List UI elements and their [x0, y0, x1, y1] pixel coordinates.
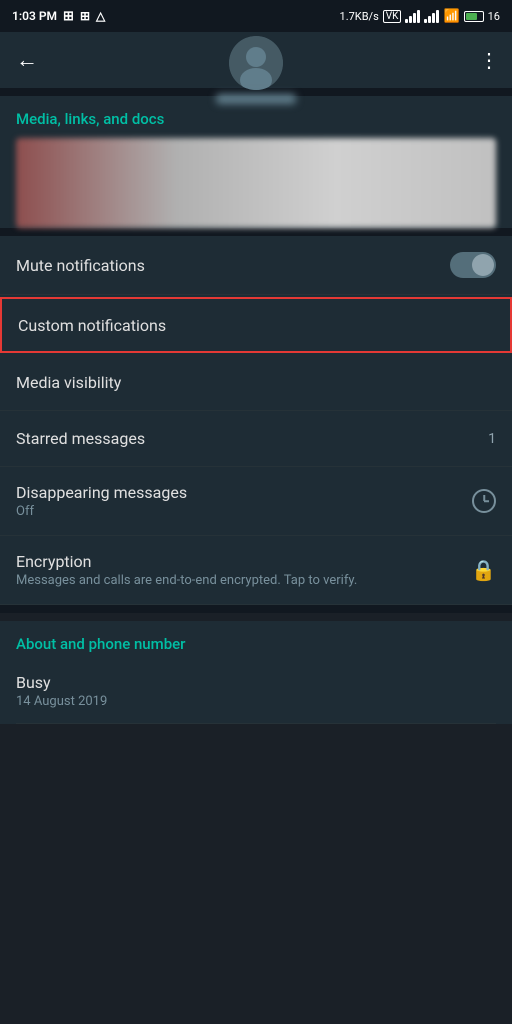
- network-type-icon: VK: [383, 10, 402, 23]
- battery-level: 16: [488, 10, 500, 23]
- divider-before-about: [0, 605, 512, 613]
- media-visibility-item[interactable]: Media visibility: [0, 355, 512, 411]
- battery-icon: [464, 11, 484, 22]
- about-section-title: About and phone number: [16, 635, 496, 653]
- custom-notifications-title: Custom notifications: [18, 316, 166, 335]
- clock-icon: [472, 489, 496, 513]
- encryption-right: 🔒: [471, 558, 496, 582]
- encryption-item[interactable]: Encryption Messages and calls are end-to…: [0, 536, 512, 605]
- about-section: About and phone number Busy 14 August 20…: [0, 621, 512, 724]
- media-section-title: Media, links, and docs: [16, 110, 496, 128]
- custom-notifications-item[interactable]: Custom notifications: [0, 297, 512, 353]
- more-options-button[interactable]: ⋮: [479, 48, 500, 72]
- signal-bars-2-icon: [424, 9, 439, 23]
- mute-notifications-left: Mute notifications: [16, 256, 145, 275]
- media-visibility-left: Media visibility: [16, 373, 121, 392]
- facebook-icon: ⊞: [63, 9, 74, 24]
- disappearing-messages-right: [472, 489, 496, 513]
- settings-list: Mute notifications Custom notifications …: [0, 236, 512, 605]
- network-speed: 1.7KB/s: [340, 10, 379, 23]
- notification-icon: △: [96, 9, 105, 23]
- media-visibility-title: Media visibility: [16, 373, 121, 392]
- encryption-subtitle: Messages and calls are end-to-end encryp…: [16, 573, 461, 588]
- avatar-svg: [229, 36, 283, 90]
- status-bar: 1:03 PM ⊞ ⊞ △ 1.7KB/s VK 📶 16: [0, 0, 512, 32]
- signal-bars-icon: [405, 9, 420, 23]
- starred-messages-title: Starred messages: [16, 429, 145, 448]
- time: 1:03 PM: [12, 9, 57, 23]
- avatar: [229, 36, 283, 90]
- media-section: Media, links, and docs: [0, 96, 512, 228]
- status-right: 1.7KB/s VK 📶 16: [340, 9, 500, 24]
- lock-icon: 🔒: [471, 558, 496, 582]
- toggle-knob: [472, 254, 494, 276]
- disappearing-messages-title: Disappearing messages: [16, 483, 187, 502]
- about-status-item[interactable]: Busy 14 August 2019: [16, 663, 496, 724]
- mute-notifications-toggle[interactable]: [450, 252, 496, 278]
- media-preview[interactable]: [16, 138, 496, 228]
- custom-notifications-left: Custom notifications: [18, 316, 166, 335]
- contact-name-blurred: [216, 94, 296, 104]
- back-button[interactable]: ←: [12, 43, 42, 77]
- about-status-title: Busy: [16, 673, 496, 692]
- starred-messages-left: Starred messages: [16, 429, 145, 448]
- mute-notifications-title: Mute notifications: [16, 256, 145, 275]
- starred-messages-count: 1: [488, 431, 496, 447]
- about-status-subtitle: 14 August 2019: [16, 694, 496, 709]
- starred-messages-item[interactable]: Starred messages 1: [0, 411, 512, 467]
- disappearing-messages-item[interactable]: Disappearing messages Off: [0, 467, 512, 536]
- grid-icon: ⊞: [80, 9, 90, 23]
- mute-notifications-item[interactable]: Mute notifications: [0, 236, 512, 295]
- encryption-left: Encryption Messages and calls are end-to…: [16, 552, 471, 588]
- divider-after-media: [0, 228, 512, 236]
- disappearing-messages-subtitle: Off: [16, 504, 187, 519]
- status-left: 1:03 PM ⊞ ⊞ △: [12, 9, 105, 24]
- disappearing-messages-left: Disappearing messages Off: [16, 483, 187, 519]
- mute-notifications-right: [450, 252, 496, 278]
- encryption-title: Encryption: [16, 552, 461, 571]
- starred-messages-right: 1: [488, 431, 496, 447]
- contact-avatar-container: [216, 36, 296, 104]
- toolbar: ← ⋮: [0, 32, 512, 88]
- wifi-icon: 📶: [443, 9, 459, 24]
